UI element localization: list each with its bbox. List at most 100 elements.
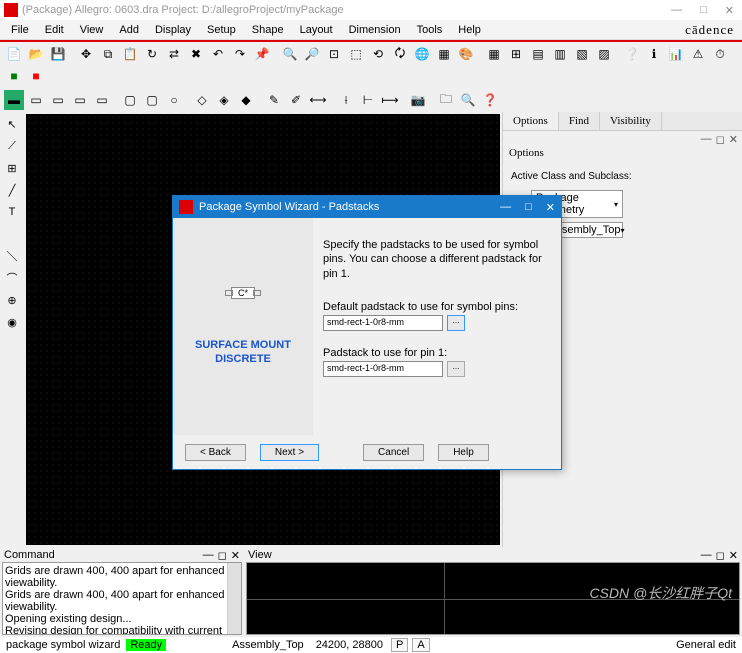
- help-icon[interactable]: ❔: [622, 44, 642, 64]
- display2-icon[interactable]: ▥: [550, 44, 570, 64]
- paste-icon[interactable]: 📋: [120, 44, 140, 64]
- draw-line-icon[interactable]: ＼: [2, 246, 22, 266]
- poly2-icon[interactable]: ◈: [214, 90, 234, 110]
- close-button[interactable]: ✕: [725, 4, 734, 17]
- timer-icon[interactable]: ⏱: [710, 44, 730, 64]
- panel-close-icon[interactable]: ✕: [729, 133, 738, 143]
- cam-icon[interactable]: 📷: [408, 90, 428, 110]
- edit1-icon[interactable]: ✎: [264, 90, 284, 110]
- edit2-icon[interactable]: ✐: [286, 90, 306, 110]
- pad-icon[interactable]: ◉: [2, 312, 22, 332]
- menu-display[interactable]: Display: [148, 22, 198, 38]
- shape3-icon[interactable]: ▭: [48, 90, 68, 110]
- tool1-icon[interactable]: 🗀: [436, 90, 456, 110]
- mirror-icon[interactable]: ⇄: [164, 44, 184, 64]
- status-a-button[interactable]: A: [412, 638, 429, 652]
- dialog-maximize-button[interactable]: □: [525, 201, 532, 214]
- menu-view[interactable]: View: [73, 22, 111, 38]
- report-icon[interactable]: 📊: [666, 44, 686, 64]
- next-button[interactable]: Next >: [260, 444, 319, 461]
- rect-icon[interactable]: ▢: [120, 90, 140, 110]
- stop-icon[interactable]: ■: [26, 66, 46, 86]
- panel-min-icon[interactable]: —: [203, 549, 214, 562]
- drc-icon[interactable]: ⚠: [688, 44, 708, 64]
- pin1-padstack-browse-button[interactable]: ...: [447, 361, 465, 377]
- check-icon[interactable]: ■: [4, 66, 24, 86]
- tab-options[interactable]: Options: [503, 112, 559, 130]
- menu-tools[interactable]: Tools: [410, 22, 450, 38]
- zoom-fit-icon[interactable]: ⊡: [324, 44, 344, 64]
- circle-icon[interactable]: ○: [164, 90, 184, 110]
- minimize-button[interactable]: —: [671, 4, 682, 17]
- grid-icon[interactable]: ▦: [484, 44, 504, 64]
- info-icon[interactable]: ℹ: [644, 44, 664, 64]
- display1-icon[interactable]: ▤: [528, 44, 548, 64]
- zoom-in-icon[interactable]: 🔍: [280, 44, 300, 64]
- dialog-close-button[interactable]: ✕: [546, 201, 555, 214]
- dialog-titlebar[interactable]: Package Symbol Wizard - Padstacks — □ ✕: [173, 196, 561, 218]
- zoom-prev-icon[interactable]: ⟲: [368, 44, 388, 64]
- back-button[interactable]: < Back: [185, 444, 246, 461]
- edit3-icon[interactable]: ⟷: [308, 90, 328, 110]
- menu-setup[interactable]: Setup: [200, 22, 243, 38]
- scrollbar[interactable]: [227, 563, 241, 634]
- redo-icon[interactable]: ↷: [230, 44, 250, 64]
- default-padstack-browse-button[interactable]: ...: [447, 315, 465, 331]
- panel-close-icon[interactable]: ✕: [729, 549, 738, 562]
- undo-icon[interactable]: ↶: [208, 44, 228, 64]
- shape1-icon[interactable]: ▬: [4, 90, 24, 110]
- shape2-icon[interactable]: ▭: [26, 90, 46, 110]
- grid2-icon[interactable]: ⊞: [506, 44, 526, 64]
- dim3-icon[interactable]: ⟼: [380, 90, 400, 110]
- default-padstack-input[interactable]: smd-rect-1-0r8-mm: [323, 315, 443, 331]
- menu-file[interactable]: File: [4, 22, 36, 38]
- display4-icon[interactable]: ▨: [594, 44, 614, 64]
- pin1-padstack-input[interactable]: smd-rect-1-0r8-mm: [323, 361, 443, 377]
- rect2-icon[interactable]: ▢: [142, 90, 162, 110]
- tab-find[interactable]: Find: [559, 112, 600, 130]
- shape5-icon[interactable]: ▭: [92, 90, 112, 110]
- poly3-icon[interactable]: ◆: [236, 90, 256, 110]
- panel-dock-icon[interactable]: ◻: [218, 549, 227, 562]
- zoom-out-icon[interactable]: 🔎: [302, 44, 322, 64]
- menu-edit[interactable]: Edit: [38, 22, 71, 38]
- status-p-button[interactable]: P: [391, 638, 408, 652]
- poly1-icon[interactable]: ◇: [192, 90, 212, 110]
- palette-icon[interactable]: 🎨: [456, 44, 476, 64]
- command-log[interactable]: Grids are drawn 400, 400 apart for enhan…: [2, 562, 242, 635]
- draw-arc-icon[interactable]: ⌒: [2, 268, 22, 288]
- delete-icon[interactable]: ✖: [186, 44, 206, 64]
- menu-add[interactable]: Add: [112, 22, 146, 38]
- dim1-icon[interactable]: ⟊: [336, 90, 356, 110]
- panel-dock-icon[interactable]: ◻: [716, 549, 725, 562]
- route-icon[interactable]: ⟋: [2, 136, 22, 156]
- layers-icon[interactable]: ▦: [434, 44, 454, 64]
- add-pin-icon[interactable]: ⊕: [2, 290, 22, 310]
- refresh-icon[interactable]: 🗘: [390, 44, 410, 64]
- dialog-minimize-button[interactable]: —: [500, 201, 511, 214]
- cancel-button[interactable]: Cancel: [363, 444, 424, 461]
- tab-visibility[interactable]: Visibility: [600, 112, 662, 130]
- zoom-window-icon[interactable]: ⬚: [346, 44, 366, 64]
- open-icon[interactable]: 📂: [26, 44, 46, 64]
- panel-min-icon[interactable]: —: [701, 133, 712, 143]
- copy-icon[interactable]: ⧉: [98, 44, 118, 64]
- new-icon[interactable]: 📄: [4, 44, 24, 64]
- arrow-icon[interactable]: ↖: [2, 114, 22, 134]
- menu-dimension[interactable]: Dimension: [342, 22, 408, 38]
- panel-close-icon[interactable]: ✕: [231, 549, 240, 562]
- panel-dock-icon[interactable]: ◻: [716, 133, 725, 143]
- maximize-button[interactable]: □: [700, 4, 707, 17]
- pin-icon[interactable]: 📌: [252, 44, 272, 64]
- help-button[interactable]: Help: [438, 444, 489, 461]
- move-icon[interactable]: ✥: [76, 44, 96, 64]
- menu-help[interactable]: Help: [451, 22, 488, 38]
- tool3-icon[interactable]: ❓: [480, 90, 500, 110]
- menu-shape[interactable]: Shape: [245, 22, 291, 38]
- rotate-icon[interactable]: ↻: [142, 44, 162, 64]
- net-icon[interactable]: ⊞: [2, 158, 22, 178]
- shape4-icon[interactable]: ▭: [70, 90, 90, 110]
- dim2-icon[interactable]: ⊢: [358, 90, 378, 110]
- display3-icon[interactable]: ▧: [572, 44, 592, 64]
- menu-layout[interactable]: Layout: [293, 22, 340, 38]
